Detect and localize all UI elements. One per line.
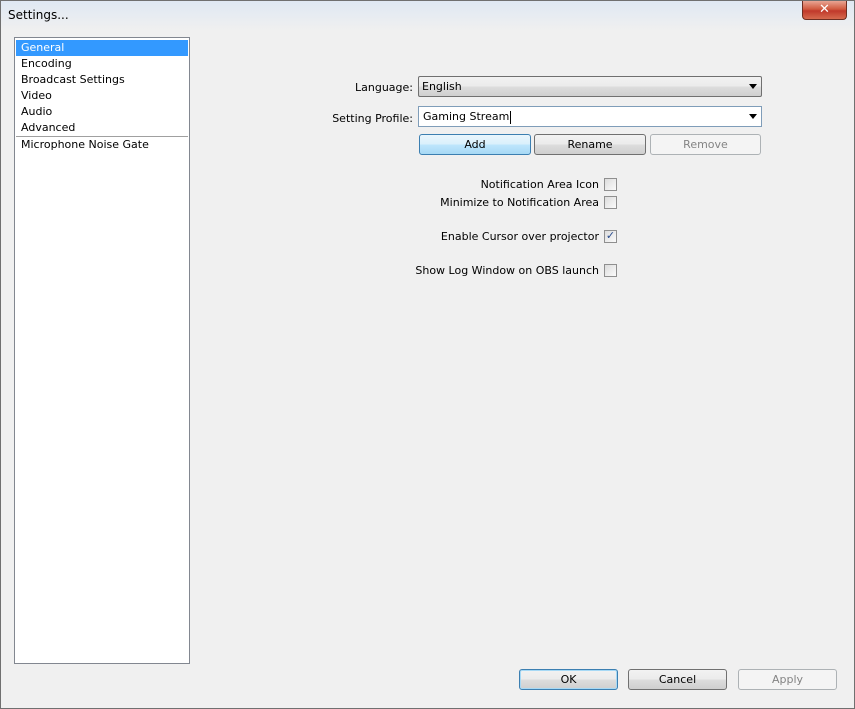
nav-item-broadcast-settings[interactable]: Broadcast Settings <box>16 72 188 88</box>
setting-profile-value: Gaming Stream <box>423 110 510 123</box>
setting-profile-combobox[interactable]: Gaming Stream <box>418 106 762 127</box>
close-icon: ✕ <box>819 2 830 17</box>
show-log-window-label: Show Log Window on OBS launch <box>415 264 599 277</box>
nav-item-advanced[interactable]: Advanced <box>16 120 188 136</box>
check-icon <box>605 177 616 188</box>
setting-profile-label: Setting Profile: <box>332 112 413 125</box>
nav-item-encoding[interactable]: Encoding <box>16 56 188 72</box>
show-log-window-checkbox[interactable] <box>604 264 617 277</box>
cancel-button[interactable]: Cancel <box>628 669 727 690</box>
enable-cursor-over-projector-option[interactable]: Enable Cursor over projector ✓ <box>306 229 617 244</box>
minimize-to-notification-area-checkbox[interactable] <box>604 196 617 209</box>
close-button[interactable]: ✕ <box>802 1 847 20</box>
add-profile-button[interactable]: Add <box>419 134 531 155</box>
text-caret <box>510 110 512 124</box>
settings-category-list[interactable]: General Encoding Broadcast Settings Vide… <box>14 37 190 664</box>
language-dropdown[interactable]: English <box>418 76 762 97</box>
notification-area-icon-checkbox[interactable] <box>604 178 617 191</box>
nav-item-microphone-noise-gate[interactable]: Microphone Noise Gate <box>16 137 188 153</box>
language-value: English <box>422 80 462 93</box>
check-icon <box>605 195 616 206</box>
check-icon: ✓ <box>605 229 616 242</box>
nav-item-video[interactable]: Video <box>16 88 188 104</box>
rename-profile-button[interactable]: Rename <box>534 134 646 155</box>
language-label: Language: <box>355 81 413 94</box>
enable-cursor-over-projector-checkbox[interactable]: ✓ <box>604 229 617 243</box>
settings-window: Settings... ✕ General Encoding Broadcast… <box>0 0 855 709</box>
window-title: Settings... <box>8 8 69 22</box>
minimize-to-notification-area-label: Minimize to Notification Area <box>440 196 599 209</box>
notification-area-icon-label: Notification Area Icon <box>480 178 599 191</box>
client-area: General Encoding Broadcast Settings Vide… <box>6 31 849 704</box>
nav-item-general[interactable]: General <box>16 40 188 56</box>
title-bar[interactable]: Settings... ✕ <box>1 1 854 31</box>
ok-button[interactable]: OK <box>519 669 618 690</box>
chevron-down-icon[interactable] <box>749 114 757 119</box>
notification-area-icon-option[interactable]: Notification Area Icon <box>306 178 617 192</box>
nav-item-audio[interactable]: Audio <box>16 104 188 120</box>
enable-cursor-over-projector-label: Enable Cursor over projector <box>440 230 599 243</box>
remove-profile-button[interactable]: Remove <box>650 134 761 155</box>
chevron-down-icon <box>749 84 757 89</box>
show-log-window-option[interactable]: Show Log Window on OBS launch <box>306 264 617 278</box>
minimize-to-notification-area-option[interactable]: Minimize to Notification Area <box>306 196 617 210</box>
apply-button[interactable]: Apply <box>738 669 837 690</box>
check-icon <box>605 263 616 274</box>
